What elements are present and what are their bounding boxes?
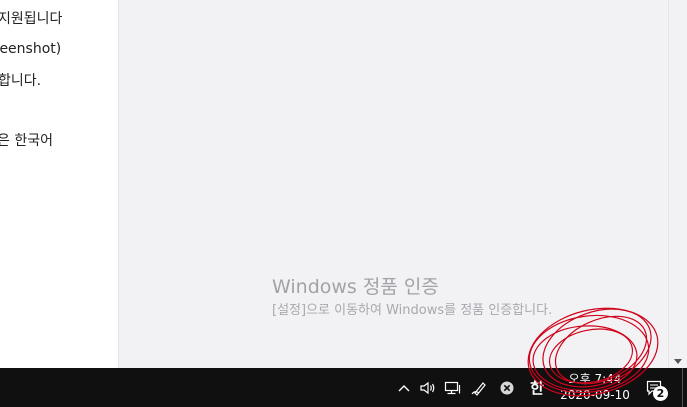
activation-watermark-subtitle: [설정]으로 이동하여 Windows를 정품 인증합니다. (272, 303, 553, 318)
notification-count-badge: 2 (653, 386, 668, 401)
scroll-down-arrow-icon[interactable] (674, 359, 682, 364)
clock-time: 오후 7:44 (568, 372, 622, 386)
clock-date: 2020-09-10 (560, 388, 630, 402)
document-text-line: reenshot) (0, 41, 62, 57)
document-text-line: 은 한국어 (0, 133, 53, 149)
show-desktop-button[interactable] (682, 368, 683, 407)
document-pane: 지원됩니다 reenshot) 합니다. 은 한국어 (0, 0, 119, 368)
speaker-icon[interactable] (418, 368, 438, 407)
document-text-line: 지원됩니다 (0, 11, 63, 27)
chevron-up-icon[interactable] (396, 368, 412, 407)
document-text-line: 합니다. (0, 73, 42, 89)
network-icon[interactable] (443, 368, 463, 407)
activation-watermark-title: Windows 정품 인증 (272, 276, 439, 298)
close-circle-icon[interactable] (497, 368, 517, 407)
ime-indicator[interactable]: 한 (525, 368, 549, 407)
pen-icon[interactable] (470, 368, 490, 407)
vertical-scrollbar[interactable] (668, 0, 687, 368)
taskbar-clock[interactable]: 오후 7:44 2020-09-10 (552, 368, 638, 407)
